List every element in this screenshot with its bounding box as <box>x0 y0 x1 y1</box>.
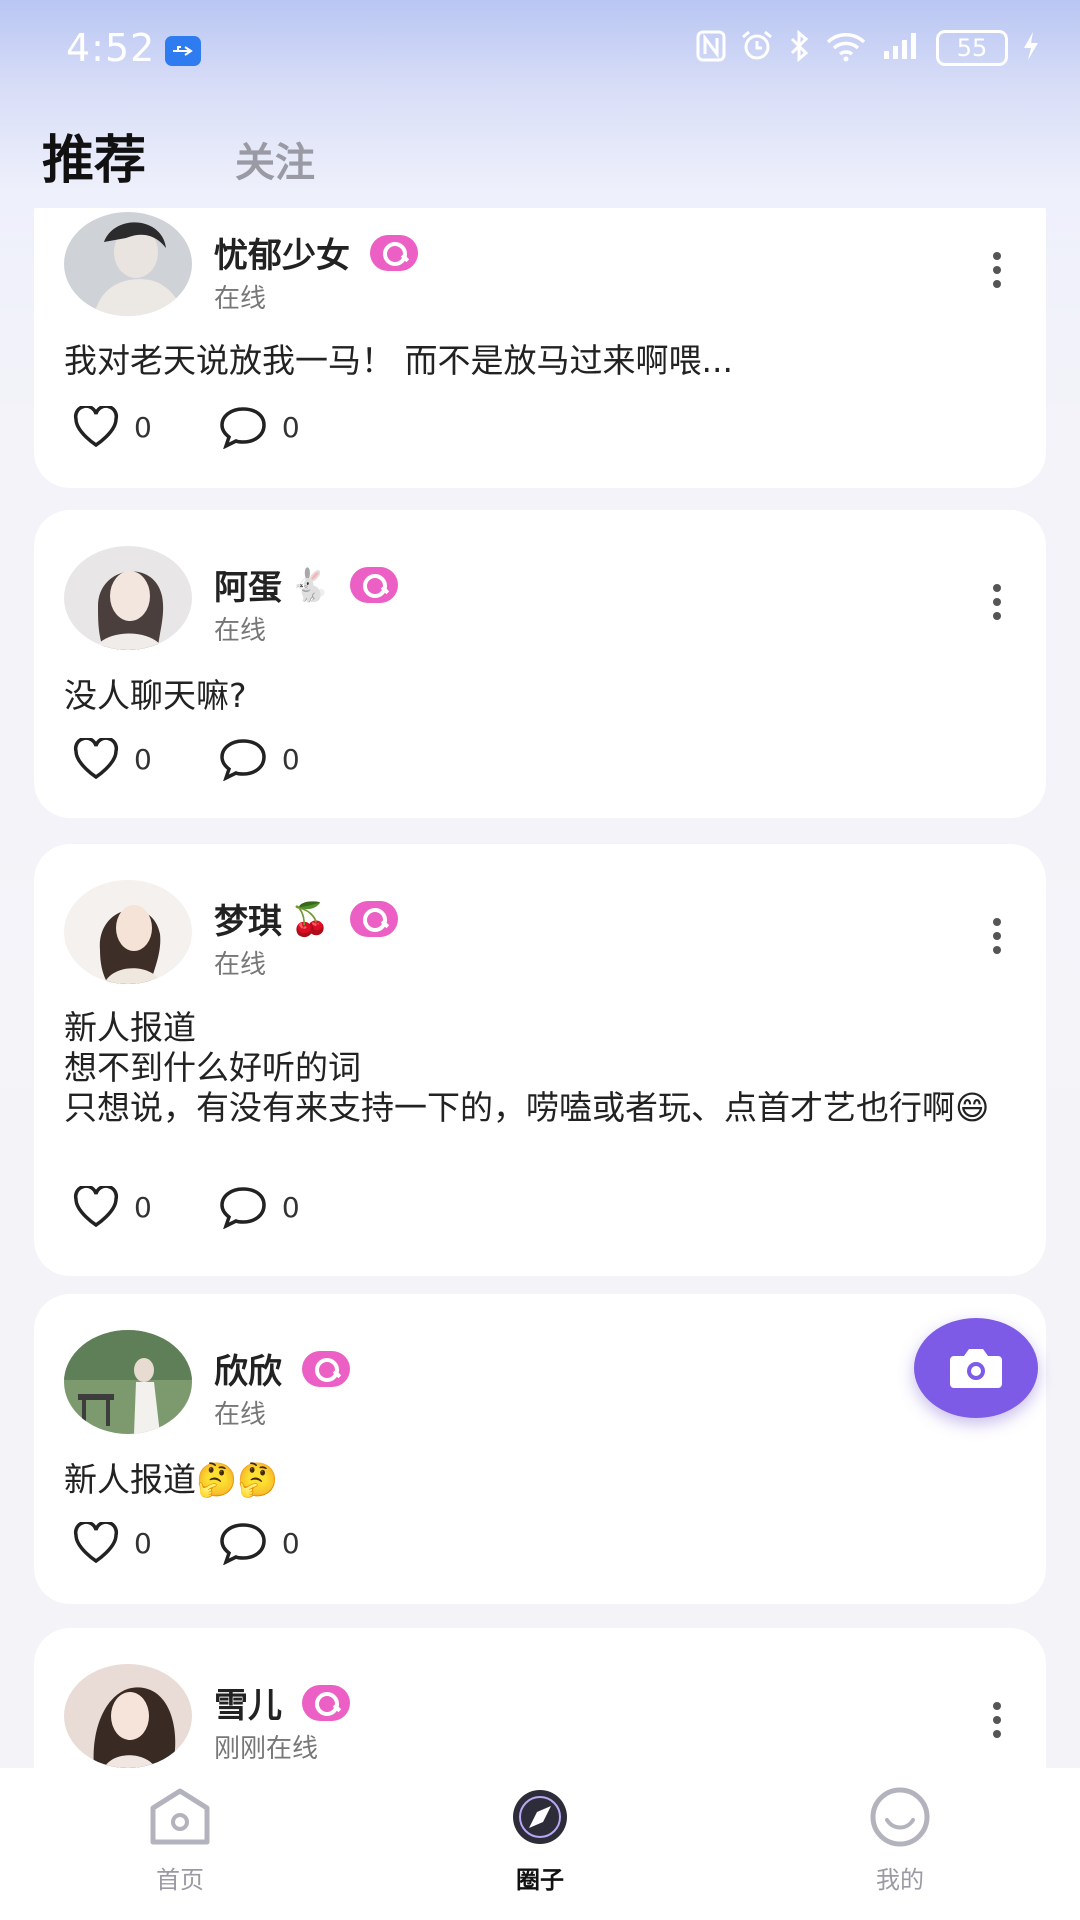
online-status: 在线 <box>214 616 267 646</box>
female-badge-icon <box>370 234 418 271</box>
camera-button[interactable] <box>914 1318 1038 1418</box>
female-badge-icon <box>349 900 398 937</box>
tab-following[interactable]: 关注 <box>235 130 315 188</box>
nav-circle-label: 圈子 <box>516 1866 564 1894</box>
avatar[interactable] <box>64 880 192 984</box>
female-badge-icon <box>349 566 398 603</box>
post-actions: 0 0 <box>72 736 366 782</box>
more-options-icon[interactable] <box>992 1702 1002 1742</box>
bluetooth-icon <box>788 29 810 66</box>
post-feed[interactable]: 忧郁少女 在线 我对老天说放我一马！ 而不是放马过来啊喂... 0 0 阿蛋 🐇… <box>0 208 1080 1768</box>
online-status: 在线 <box>214 284 267 314</box>
username: 雪儿 <box>214 1678 350 1727</box>
alarm-icon <box>740 30 774 66</box>
online-status: 刚刚在线 <box>214 1734 319 1764</box>
like-count: 0 <box>134 1526 152 1560</box>
more-options-icon[interactable] <box>992 584 1002 624</box>
comment-button[interactable]: 0 <box>218 405 300 449</box>
post-actions: 0 0 <box>72 1520 366 1566</box>
avatar[interactable] <box>64 1330 192 1434</box>
post-card[interactable]: 欣欣 在线 新人报道🤔🤔 0 0 <box>34 1294 1046 1604</box>
like-button[interactable]: 0 <box>72 406 152 448</box>
nav-mine-label: 我的 <box>876 1866 924 1894</box>
camera-icon <box>950 1349 1002 1388</box>
post-text: 我对老天说放我一马！ 而不是放马过来啊喂... <box>64 341 733 380</box>
username-text: 梦琪 <box>214 902 282 942</box>
username-text: 欣欣 <box>214 1352 282 1392</box>
online-status: 在线 <box>214 950 267 980</box>
nav-mine[interactable]: 我的 <box>830 1786 970 1895</box>
bottom-nav: 首页 圈子 我的 <box>0 1768 1080 1920</box>
username: 梦琪 🍒 <box>214 894 398 943</box>
battery-icon: 55 <box>936 30 1008 66</box>
comment-count: 0 <box>281 742 300 776</box>
post-card[interactable]: 雪儿 刚刚在线 <box>34 1628 1046 1768</box>
nfc-icon <box>696 30 726 66</box>
compass-icon <box>513 1790 567 1844</box>
female-badge-icon <box>302 1350 350 1387</box>
home-icon <box>150 1788 210 1845</box>
charging-icon <box>1022 30 1040 66</box>
avatar[interactable] <box>64 1664 192 1768</box>
username-text: 忧郁少女 <box>214 236 350 276</box>
wifi-icon <box>824 30 868 66</box>
avatar[interactable] <box>64 546 192 650</box>
nav-home[interactable]: 首页 <box>110 1786 250 1895</box>
like-button[interactable]: 0 <box>72 738 152 780</box>
username-text: 阿蛋 <box>214 568 282 608</box>
comment-icon <box>220 1523 266 1565</box>
comment-button[interactable]: 0 <box>218 1521 300 1565</box>
comment-icon <box>220 739 266 781</box>
nav-home-label: 首页 <box>156 1866 204 1894</box>
post-actions: 0 0 <box>72 404 366 450</box>
post-actions: 0 0 <box>72 1184 366 1230</box>
tab-recommend[interactable]: 推荐 <box>42 118 146 193</box>
comment-button[interactable]: 0 <box>218 737 300 781</box>
username: 阿蛋 🐇 <box>214 560 398 609</box>
nav-circle[interactable]: 圈子 <box>470 1786 610 1895</box>
comment-count: 0 <box>281 1526 300 1560</box>
username-text: 雪儿 <box>214 1686 282 1726</box>
like-count: 0 <box>134 742 152 776</box>
cherry-emoji: 🍒 <box>290 899 330 938</box>
heart-icon <box>73 406 119 448</box>
battery-level: 55 <box>956 34 988 62</box>
like-count: 0 <box>134 1190 152 1224</box>
usb-icon <box>165 36 201 66</box>
post-card[interactable]: 梦琪 🍒 在线 新人报道 想不到什么好听的词 只想说，有没有来支持一下的，唠嗑或… <box>34 844 1046 1276</box>
username: 欣欣 <box>214 1344 350 1393</box>
avatar[interactable] <box>64 212 192 316</box>
like-count: 0 <box>134 410 152 444</box>
comment-icon <box>220 1187 266 1229</box>
female-badge-icon <box>302 1684 350 1721</box>
heart-icon <box>73 1522 119 1564</box>
like-button[interactable]: 0 <box>72 1522 152 1564</box>
post-text: 新人报道🤔🤔 <box>64 1460 279 1499</box>
signal-icon <box>882 31 922 65</box>
post-card[interactable]: 忧郁少女 在线 我对老天说放我一马！ 而不是放马过来啊喂... 0 0 <box>34 208 1046 488</box>
comment-icon <box>220 407 266 449</box>
status-time: 4:52 <box>66 26 156 70</box>
heart-icon <box>73 738 119 780</box>
smile-icon <box>870 1787 930 1847</box>
status-bar: 4:52 55 <box>0 0 1080 100</box>
username: 忧郁少女 <box>214 228 418 277</box>
rabbit-emoji: 🐇 <box>290 565 330 604</box>
online-status: 在线 <box>214 1400 267 1430</box>
post-text: 没人聊天嘛? <box>64 676 247 715</box>
more-options-icon[interactable] <box>992 252 1002 292</box>
post-card[interactable]: 阿蛋 🐇 在线 没人聊天嘛? 0 0 <box>34 510 1046 818</box>
comment-count: 0 <box>281 410 300 444</box>
comment-button[interactable]: 0 <box>218 1185 300 1229</box>
post-text: 新人报道 想不到什么好听的词 只想说，有没有来支持一下的，唠嗑或者玩、点首才艺也… <box>64 1008 990 1127</box>
like-button[interactable]: 0 <box>72 1186 152 1228</box>
heart-icon <box>73 1186 119 1228</box>
more-options-icon[interactable] <box>992 918 1002 958</box>
comment-count: 0 <box>281 1190 300 1224</box>
